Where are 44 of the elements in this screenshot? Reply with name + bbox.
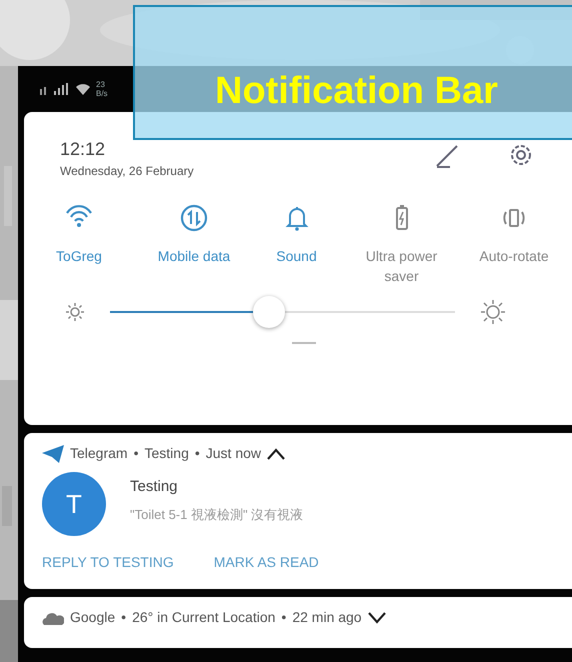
tile-label: ToGreg xyxy=(56,247,102,266)
notification-time: Just now xyxy=(206,444,262,463)
separator: • xyxy=(121,608,126,627)
notification-card[interactable]: Telegram • Testing • Just now T Testing "Toilet 5-1 視液檢測" 沒有視液 REPLY TO TESTING MARK AS READ xyxy=(24,433,572,589)
brightness-slider[interactable] xyxy=(110,296,455,328)
tile-label: Mobile data xyxy=(158,247,230,266)
cloud-icon xyxy=(42,610,64,624)
app-name: Google xyxy=(70,608,116,627)
wifi-icon xyxy=(76,83,90,95)
separator: • xyxy=(134,444,138,463)
tile-label: Sound xyxy=(276,247,317,266)
message-title: Testing xyxy=(130,477,179,497)
slider-thumb[interactable] xyxy=(252,296,285,328)
clock: 12:12 xyxy=(60,138,106,160)
notification-time: 22 min ago xyxy=(292,608,362,627)
quick-setting-tile[interactable]: Sound xyxy=(254,204,339,286)
expand-icon[interactable] xyxy=(368,612,386,624)
collapse-icon[interactable] xyxy=(267,448,286,460)
paper-plane-icon xyxy=(42,444,64,462)
brightness-low-icon xyxy=(66,303,84,321)
notification-card[interactable]: Google • 26° in Current Location • 22 min ago xyxy=(24,597,572,648)
annotation-label: Notification Bar xyxy=(215,69,498,113)
tile-label: Ultra power saver xyxy=(364,247,438,286)
notification-channel: 26° in Current Location xyxy=(132,608,276,627)
message-text: "Toilet 5-1 視液檢測" 沒有視液 xyxy=(130,506,304,524)
quick-setting-tile[interactable]: Auto-rotate xyxy=(464,204,564,286)
app-name: Telegram xyxy=(70,444,128,463)
quick-setting-tile[interactable]: ToGreg xyxy=(24,204,134,286)
date: Wednesday, 26 February xyxy=(60,163,194,180)
tile-label: Auto-rotate xyxy=(479,247,549,266)
notification-channel: Testing xyxy=(144,444,189,463)
action-link[interactable]: REPLY TO TESTING xyxy=(42,552,174,573)
settings-icon[interactable] xyxy=(508,142,534,168)
separator: • xyxy=(281,608,286,627)
separator: • xyxy=(194,444,200,463)
avatar: T xyxy=(42,472,106,536)
quick-setting-tile[interactable]: Ultra power saver xyxy=(339,204,464,286)
drag-handle[interactable] xyxy=(292,342,316,344)
network-speed: 23 B/s xyxy=(96,80,108,98)
quick-setting-tile[interactable]: Mobile data xyxy=(134,204,254,286)
signal-icon xyxy=(40,83,70,95)
action-link[interactable]: MARK AS READ xyxy=(214,552,319,573)
data-arrows-icon xyxy=(180,204,208,232)
brightness-high-icon xyxy=(481,300,505,324)
